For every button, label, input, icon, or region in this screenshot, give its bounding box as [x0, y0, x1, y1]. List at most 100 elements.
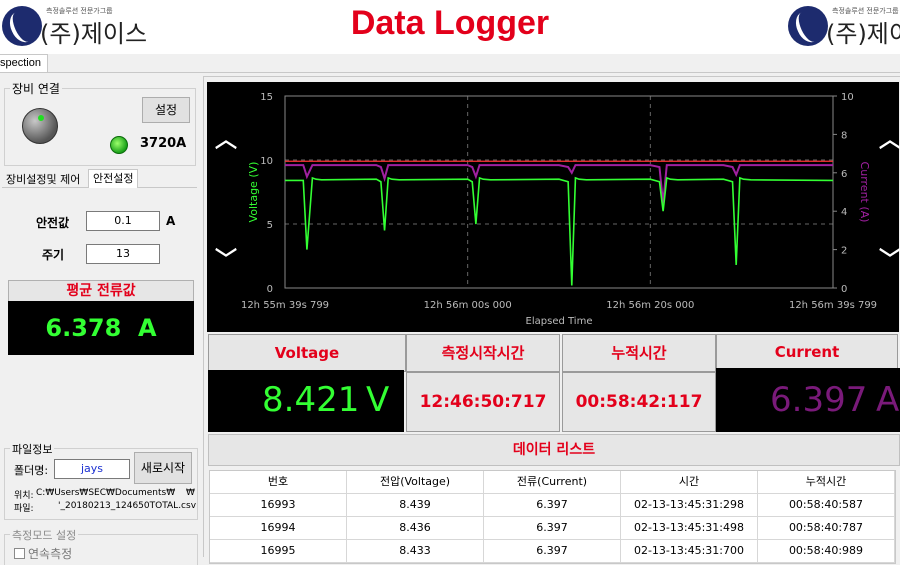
connection-status-led-icon: [110, 136, 128, 154]
subtab-device-control[interactable]: 장비설정및 제어: [6, 171, 80, 187]
x-axis-title: Elapsed Time: [526, 316, 593, 327]
continuous-measure-checkbox[interactable]: [14, 548, 25, 559]
y2-tick-label: 0: [841, 284, 847, 295]
connection-knob[interactable]: [22, 108, 58, 144]
chart-axes: 0 5 10 15 0 2 4 6 8 10 12h 55m 39s 799 12h 56m 00s …: [241, 92, 877, 327]
column-header-elapsed[interactable]: 누적시간: [758, 471, 895, 493]
voltage-title-box: Voltage: [208, 334, 406, 372]
scroll-down-left-icon[interactable]: ﹀: [215, 242, 237, 274]
company-logo-left: 측정솔루션 전문가그룹 (주)제이스: [2, 4, 147, 50]
app-header: 측정솔루션 전문가그룹 (주)제이스 Data Logger 측정솔루션 전문가…: [0, 0, 900, 54]
y-tick-label: 15: [260, 92, 273, 103]
safe-value-field[interactable]: 0.1: [86, 211, 160, 231]
device-settings-button[interactable]: 설정: [142, 97, 190, 123]
table-cell: 02-13-13:45:31:298: [621, 494, 758, 516]
file-name-value: '_20180213_124650TOTAL.csv: [58, 501, 197, 511]
table-cell: 6.397: [484, 494, 621, 516]
table-cell: 02-13-13:45:31:498: [621, 517, 758, 539]
column-header-time[interactable]: 시간: [621, 471, 758, 493]
table-cell: 16993: [210, 494, 347, 516]
voltage-title: Voltage: [274, 344, 340, 362]
logo-emblem-icon: [2, 6, 42, 46]
current-unit: A: [876, 380, 900, 420]
chart-canvas: 0 5 10 15 0 2 4 6 8 10 12h 55m 39s 799 12h 56m 00s …: [241, 92, 877, 327]
data-list-table[interactable]: 번호 전압(Voltage) 전류(Current) 시간 누적시간 16993…: [209, 470, 896, 564]
logo-name: (주)제이스: [826, 20, 900, 48]
file-location-value: C:₩Users₩SEC₩Documents₩: [36, 488, 176, 498]
column-header-number[interactable]: 번호: [210, 471, 347, 493]
start-time-title: 측정시작시간: [441, 344, 525, 362]
scroll-up-right-icon[interactable]: ︿: [879, 122, 900, 154]
start-time-title-box: 측정시작시간: [406, 334, 560, 372]
table-cell: 8.439: [347, 494, 484, 516]
x-tick-label: 12h 56m 20s 000: [606, 300, 694, 311]
y2-tick-label: 10: [841, 92, 854, 103]
new-start-button[interactable]: 새로시작: [134, 452, 192, 484]
avg-current-title: 평균 전류값: [8, 280, 194, 302]
y2-tick-label: 8: [841, 130, 847, 141]
table-header-row: 번호 전압(Voltage) 전류(Current) 시간 누적시간: [210, 471, 895, 494]
table-cell: 02-13-13:45:31:700: [621, 540, 758, 562]
table-row[interactable]: 16993 8.439 6.397 02-13-13:45:31:298 00:…: [210, 494, 895, 517]
x-tick-label: 12h 56m 00s 000: [424, 300, 512, 311]
main-tab-strip: spection: [0, 54, 900, 73]
column-header-current[interactable]: 전류(Current): [484, 471, 621, 493]
table-row[interactable]: 16994 8.436 6.397 02-13-13:45:31:498 00:…: [210, 517, 895, 540]
table-cell: 6.397: [484, 517, 621, 539]
elapsed-title: 누적시간: [611, 344, 667, 362]
y-axis-title: Voltage (V): [247, 162, 260, 223]
current-title-box: Current: [716, 334, 898, 370]
y-tick-label: 5: [267, 220, 273, 231]
table-cell: 8.436: [347, 517, 484, 539]
table-cell: 6.397: [484, 540, 621, 562]
tab-inspection[interactable]: spection: [0, 54, 48, 72]
y2-axis-title: Current (A): [858, 162, 871, 223]
device-connection-label: 장비 연결: [10, 80, 62, 97]
continuous-measure-label: 연속측정: [28, 547, 73, 561]
table-row[interactable]: 16995 8.433 6.397 02-13-13:45:31:700 00:…: [210, 540, 895, 563]
voltage-value: 8.421: [262, 380, 360, 420]
elapsed-box: 00:58:42:117: [562, 372, 716, 432]
safe-value-label: 안전값: [36, 216, 70, 230]
settings-subtab-strip: 장비설정및 제어 안전설정: [2, 169, 197, 188]
subtab-safety[interactable]: 안전설정: [88, 169, 139, 188]
voltage-display: 8.421 V: [208, 370, 404, 432]
y2-tick-label: 6: [841, 169, 847, 180]
start-time-box: 12:46:50:717: [406, 372, 560, 432]
voltage-current-chart: 0 5 10 15 0 2 4 6 8 10 12h 55m 39s 799 12h 56m 00s …: [207, 82, 900, 332]
x-tick-label: 12h 55m 39s 799: [241, 300, 329, 311]
elapsed-title-box: 누적시간: [562, 334, 716, 372]
y-tick-label: 0: [267, 284, 273, 295]
safe-value-unit: A: [166, 214, 176, 228]
y2-tick-label: 2: [841, 246, 847, 257]
start-time-value: 12:46:50:717: [419, 392, 547, 412]
knob-indicator-icon: [38, 115, 44, 121]
plot-area-border: [284, 95, 834, 289]
period-label: 주기: [42, 248, 65, 262]
period-field[interactable]: 13: [86, 244, 160, 264]
current-title: Current: [774, 343, 840, 361]
left-control-panel: 장비 연결 설정 3720A 장비설정및 제어 안전설정 안전값 0.1 A 주…: [0, 74, 200, 565]
logo-emblem-icon: [788, 6, 828, 46]
file-location-label: 위치:: [14, 491, 34, 501]
voltage-series-line: [285, 176, 834, 286]
voltage-unit: V: [366, 380, 390, 420]
data-list-title-bar: 데이터 리스트: [208, 434, 900, 466]
table-cell: 00:58:40:787: [758, 517, 895, 539]
logo-name: (주)제이스: [40, 20, 148, 48]
elapsed-value: 00:58:42:117: [575, 392, 703, 412]
device-model-label: 3720A: [140, 136, 187, 151]
current-series-line: [285, 164, 833, 204]
table-cell: 00:58:40:989: [758, 540, 895, 562]
y-tick-label: 10: [260, 156, 273, 167]
folder-name-label: 폴더명:: [14, 464, 49, 477]
file-location-suffix: ₩: [186, 488, 195, 498]
column-header-voltage[interactable]: 전압(Voltage): [347, 471, 484, 493]
scroll-up-left-icon[interactable]: ︿: [215, 122, 237, 154]
folder-name-field[interactable]: jays: [54, 459, 130, 479]
file-name-label: 파일:: [14, 504, 34, 514]
scroll-down-right-icon[interactable]: ﹀: [879, 242, 900, 274]
x-tick-label: 12h 56m 39s 799: [789, 300, 877, 311]
chart-series: [285, 160, 834, 286]
table-cell: 16994: [210, 517, 347, 539]
